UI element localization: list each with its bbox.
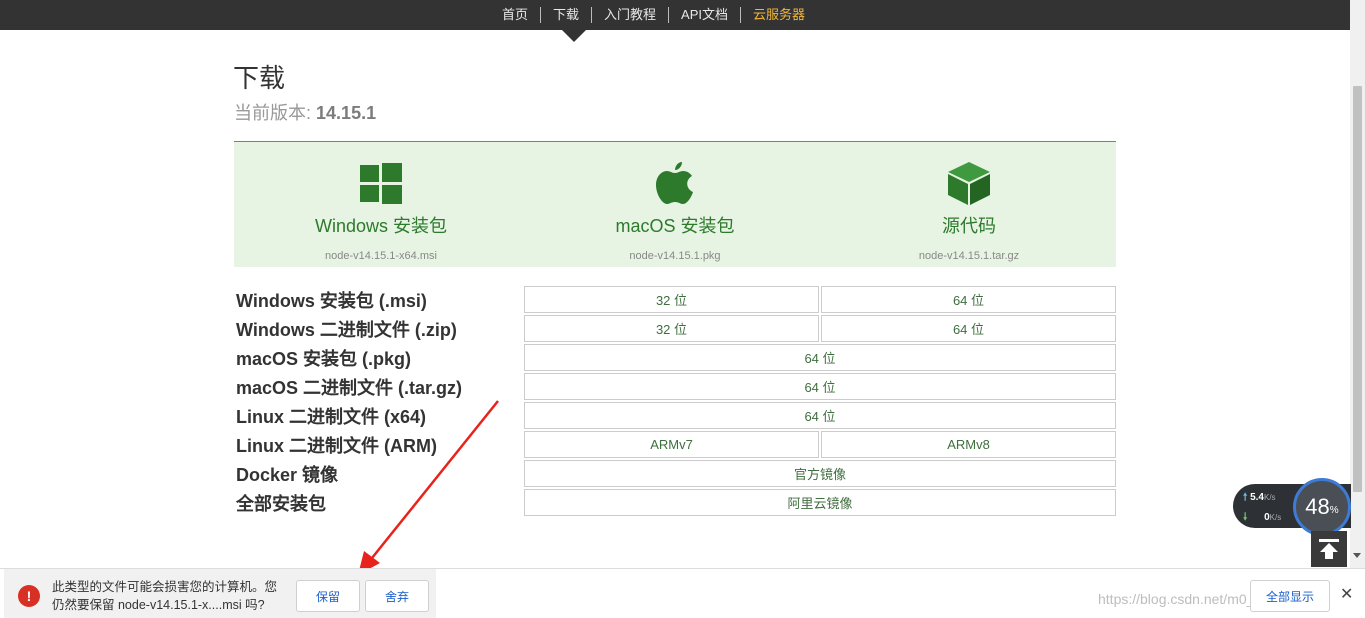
arrow-up-icon: 🠕 xyxy=(1243,492,1248,503)
download-link[interactable]: 阿里云镜像 xyxy=(524,489,1116,516)
download-link[interactable]: ARMv7 xyxy=(524,431,819,458)
version-label: 当前版本: xyxy=(234,103,312,123)
table-row: Windows 安装包 (.msi) 32 位 64 位 xyxy=(234,285,1116,314)
current-version: 当前版本: 14.15.1 xyxy=(234,99,376,125)
nav-menu: 首页 下载 入门教程 API文档 云服务器 xyxy=(490,0,817,30)
download-link[interactable]: 64 位 xyxy=(524,402,1116,429)
hero-filename: node-v14.15.1-x64.msi xyxy=(325,250,437,262)
page-title: 下载 xyxy=(233,63,286,93)
discard-button[interactable]: 舍弃 xyxy=(365,580,429,612)
download-speed: 🠗 0K/s xyxy=(1243,510,1281,527)
warning-text: 此类型的文件可能会损害您的计算机。您 仍然要保留 node-v14.15.1-x… xyxy=(52,578,292,614)
download-link[interactable]: ARMv8 xyxy=(821,431,1116,458)
scroll-down-arrow-icon[interactable] xyxy=(1353,553,1361,558)
download-link[interactable]: 64 位 xyxy=(821,315,1116,342)
hero-label: macOS 安装包 xyxy=(615,216,735,236)
featured-downloads: Windows 安装包 node-v14.15.1-x64.msi macOS … xyxy=(234,141,1116,267)
memory-usage-gauge[interactable]: 48% xyxy=(1293,478,1351,536)
download-link[interactable]: 64 位 xyxy=(821,286,1116,313)
nav-api-docs[interactable]: API文档 xyxy=(669,0,740,30)
hero-label: 源代码 xyxy=(942,216,996,236)
gauge-value: 48 xyxy=(1305,494,1330,519)
nav-home[interactable]: 首页 xyxy=(490,0,540,30)
windows-icon xyxy=(359,160,403,206)
upload-speed: 🠕 5.4K/s xyxy=(1243,490,1276,507)
page-scrollbar[interactable] xyxy=(1350,0,1365,568)
row-label: Windows 安装包 (.msi) xyxy=(236,290,427,311)
arrow-up-icon xyxy=(1319,539,1339,559)
back-to-top-button[interactable] xyxy=(1311,531,1347,567)
show-all-button[interactable]: 全部显示 xyxy=(1250,580,1330,612)
version-number: 14.15.1 xyxy=(316,103,377,123)
scroll-thumb[interactable] xyxy=(1353,86,1362,492)
download-link[interactable]: 官方镜像 xyxy=(524,460,1116,487)
warning-line: 仍然要保留 node-v14.15.1-x....msi 吗? xyxy=(52,598,265,612)
apple-icon xyxy=(655,160,695,206)
hero-filename: node-v14.15.1.tar.gz xyxy=(918,250,1020,262)
warning-icon: ! xyxy=(18,585,40,607)
nav-tutorial[interactable]: 入门教程 xyxy=(592,0,668,30)
row-label: Windows 二进制文件 (.zip) xyxy=(236,319,457,340)
download-warning: ! 此类型的文件可能会损害您的计算机。您 仍然要保留 node-v14.15.1… xyxy=(4,569,436,618)
gauge-unit: % xyxy=(1329,504,1339,516)
windows-installer-download[interactable]: Windows 安装包 node-v14.15.1-x64.msi xyxy=(234,142,528,267)
active-nav-indicator xyxy=(562,30,586,42)
arrow-down-icon: 🠗 xyxy=(1243,512,1248,523)
close-icon[interactable]: ✕ xyxy=(1340,584,1353,604)
download-link[interactable]: 64 位 xyxy=(524,344,1116,371)
annotation-arrow xyxy=(358,400,499,575)
box-icon xyxy=(946,160,992,206)
warning-line: 此类型的文件可能会损害您的计算机。您 xyxy=(52,580,278,594)
download-link[interactable]: 64 位 xyxy=(524,373,1116,400)
upload-unit: K/s xyxy=(1263,493,1276,502)
hero-filename: node-v14.15.1.pkg xyxy=(629,250,721,262)
top-nav: 首页 下载 入门教程 API文档 云服务器 xyxy=(0,0,1350,30)
download-link[interactable]: 32 位 xyxy=(524,286,819,313)
table-row: macOS 安装包 (.pkg) 64 位 xyxy=(234,343,1116,372)
download-bar: ! 此类型的文件可能会损害您的计算机。您 仍然要保留 node-v14.15.1… xyxy=(0,568,1365,618)
hero-label: Windows 安装包 xyxy=(314,216,448,236)
keep-button[interactable]: 保留 xyxy=(296,580,360,612)
nav-download[interactable]: 下载 xyxy=(541,0,591,30)
upload-value: 5.4 xyxy=(1250,492,1264,503)
download-link[interactable]: 32 位 xyxy=(524,315,819,342)
macos-installer-download[interactable]: macOS 安装包 node-v14.15.1.pkg xyxy=(528,142,822,267)
download-unit: K/s xyxy=(1269,513,1282,522)
nav-cloud-server[interactable]: 云服务器 xyxy=(741,0,817,30)
source-code-download[interactable]: 源代码 node-v14.15.1.tar.gz xyxy=(822,142,1116,267)
row-label: macOS 安装包 (.pkg) xyxy=(236,348,412,369)
table-row: Windows 二进制文件 (.zip) 32 位 64 位 xyxy=(234,314,1116,343)
